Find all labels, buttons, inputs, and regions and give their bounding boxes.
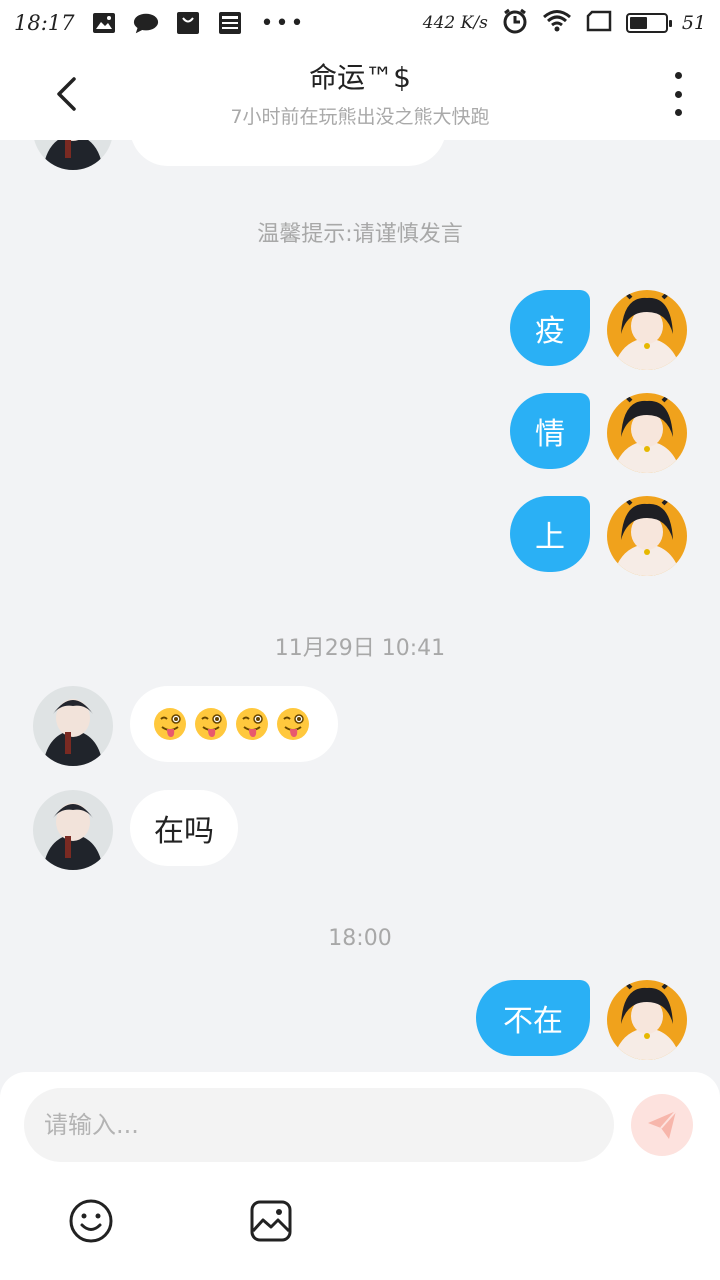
sim-icon [586,10,612,37]
message-outgoing: 不在 [476,980,687,1060]
contact-avatar[interactable] [33,790,113,870]
my-avatar[interactable] [607,393,687,473]
more-notifications: ••• [260,10,306,36]
emoji-tongue-wink [234,706,270,742]
emoji-tongue-wink [152,706,188,742]
message-composer [0,1072,720,1280]
title-block: 命运™$ 7小时前在玩熊出没之熊大快跑 [0,56,720,129]
image-picker-button[interactable] [246,1196,296,1246]
image-icon [91,11,117,35]
message-bubble [130,140,446,166]
my-avatar[interactable] [607,290,687,370]
system-tip: 温馨提示:请谨慎发言 [257,222,463,247]
emoji-tongue-wink [275,706,311,742]
chat-header: 命运™$ 7小时前在玩熊出没之熊大快跑 [0,46,720,140]
emoji-tongue-wink [193,706,229,742]
message-bubble [130,686,338,762]
message-incoming [33,140,446,170]
battery-icon [625,13,672,33]
my-avatar[interactable] [607,980,687,1060]
send-button[interactable] [631,1094,693,1156]
contact-avatar[interactable] [33,140,113,170]
message-list[interactable]: 温馨提示:请谨慎发言 疫 情 上 11月29日 10:41 在吗 18:00 不… [0,140,720,1072]
message-bubble: 疫 [510,290,590,366]
message-outgoing: 情 [510,393,687,473]
bag-icon [175,11,201,35]
message-incoming [33,686,338,766]
image-picker-icon [250,1200,292,1242]
wifi-icon [542,9,572,38]
message-outgoing: 上 [510,496,687,576]
status-bar: 18:17 ••• 442 K/s 51 [0,0,720,46]
network-speed: 442 K/s [422,13,488,33]
contact-status: 7小时前在玩熊出没之熊大快跑 [230,106,490,128]
contact-name: 命运™$ [309,61,411,94]
message-bubble: 不在 [476,980,590,1056]
emoji-icon [69,1199,113,1243]
my-avatar[interactable] [607,496,687,576]
battery-level: 51 [681,12,706,34]
contact-avatar[interactable] [33,686,113,766]
message-bubble: 在吗 [130,790,238,866]
more-dot [674,90,682,98]
send-icon [648,1110,677,1139]
message-outgoing: 疫 [510,290,687,370]
chat-icon [133,11,159,35]
more-options-button[interactable] [670,72,686,116]
message-bubble: 情 [510,393,590,469]
emoji-button[interactable] [66,1196,116,1246]
news-icon [217,11,243,35]
message-bubble: 上 [510,496,590,572]
status-time: 18:17 [14,11,75,35]
message-incoming: 在吗 [33,790,238,870]
timestamp: 11月29日 10:41 [274,636,446,661]
more-dot [674,109,682,116]
more-dot [674,72,682,79]
message-input[interactable] [24,1088,614,1162]
alarm-icon [502,8,528,39]
timestamp: 18:00 [328,926,392,951]
